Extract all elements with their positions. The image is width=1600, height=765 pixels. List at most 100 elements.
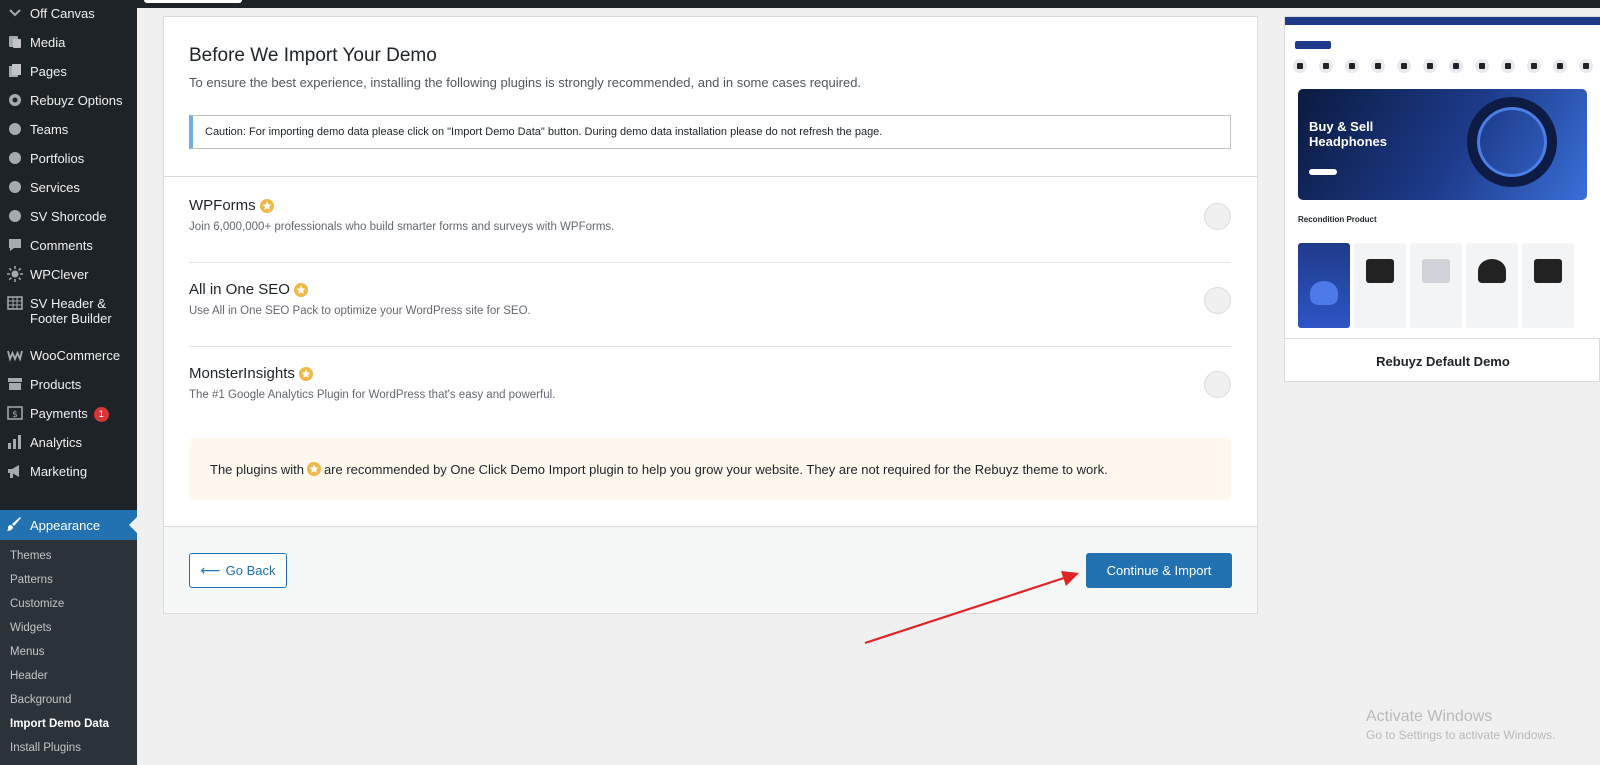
arrow-left-icon: ⟵	[200, 562, 221, 578]
plugin-select-toggle[interactable]	[1204, 203, 1231, 230]
sidebar-item-sv-header-footer-builder[interactable]: SV Header & Footer Builder	[0, 294, 137, 326]
sidebar-item-rebuyz-options[interactable]: Rebuyz Options	[0, 91, 137, 109]
star-icon	[298, 366, 313, 381]
thumb-category-icon	[1293, 59, 1307, 73]
sidebar-item-comments[interactable]: Comments	[0, 236, 137, 254]
circle-icon	[6, 178, 24, 196]
thumb-product-card	[1522, 243, 1574, 328]
thumb-hero-title: Buy & Sell Headphones	[1309, 119, 1388, 149]
gear-icon	[6, 91, 24, 109]
circle-icon	[6, 149, 24, 167]
plugin-description: Join 6,000,000+ professionals who build …	[189, 221, 615, 233]
pages-icon	[6, 62, 24, 80]
megaphone-icon	[6, 462, 24, 480]
demo-thumbnail: Buy & Sell Headphones Recondition Produc…	[1285, 17, 1600, 339]
camera-image	[1534, 259, 1562, 283]
brush-icon	[6, 516, 24, 534]
headphones-image	[1478, 259, 1506, 283]
submenu-item-customize[interactable]: Customize	[10, 598, 64, 610]
note-text-after: are recommended by One Click Demo Import…	[323, 461, 1108, 477]
admin-sidebar: Off Canvas Media Pages Rebuyz Options Te…	[0, 0, 137, 765]
thumb-section-title: Recondition Product	[1298, 215, 1377, 224]
plugin-row-all-in-one-seo: All in One SEO Use All in One SEO Pack t…	[189, 281, 1231, 317]
dollar-icon: $	[6, 404, 24, 422]
note-text-before: The plugins with	[210, 461, 304, 477]
plugin-select-toggle[interactable]	[1204, 371, 1231, 398]
sidebar-item-label: SV Shorcode	[30, 209, 107, 224]
thumb-hero-button	[1309, 169, 1337, 175]
sidebar-item-pages[interactable]: Pages	[0, 62, 137, 80]
thumb-category-icon	[1475, 59, 1489, 73]
star-icon	[259, 198, 274, 213]
thumb-category-icon	[1553, 59, 1567, 73]
thumb-category-icon	[1345, 59, 1359, 73]
sidebar-item-products[interactable]: Products	[0, 375, 137, 393]
submenu-item-header[interactable]: Header	[10, 670, 48, 682]
submenu-item-themes[interactable]: Themes	[10, 550, 52, 562]
sidebar-item-wpclever[interactable]: WPClever	[0, 265, 137, 283]
sidebar-item-label: Off Canvas	[30, 6, 95, 21]
thumb-product-card	[1410, 243, 1462, 328]
plugin-select-toggle[interactable]	[1204, 287, 1231, 314]
thumb-category-icon	[1319, 59, 1333, 73]
chevron-down-icon	[6, 4, 24, 22]
sidebar-item-marketing[interactable]: Marketing	[0, 462, 137, 480]
sidebar-item-media[interactable]: Media	[0, 33, 137, 51]
sidebar-item-appearance[interactable]: Appearance	[0, 510, 137, 540]
thumb-category-icon	[1371, 59, 1385, 73]
submenu-item-widgets[interactable]: Widgets	[10, 622, 52, 634]
sidebar-item-off-canvas[interactable]: Off Canvas	[0, 4, 137, 22]
thumb-product-card	[1466, 243, 1518, 328]
sidebar-item-portfolios[interactable]: Portfolios	[0, 149, 137, 167]
submenu-item-background[interactable]: Background	[10, 694, 71, 706]
sidebar-item-label: Media	[30, 35, 66, 50]
sidebar-item-woocommerce[interactable]: WooCommerce	[0, 346, 137, 364]
circle-icon	[6, 120, 24, 138]
sidebar-item-analytics[interactable]: Analytics	[0, 433, 137, 451]
grid-icon	[6, 294, 24, 312]
plugin-description: Use All in One SEO Pack to optimize your…	[189, 305, 531, 317]
sidebar-item-label: Pages	[30, 64, 67, 79]
sidebar-item-label: Teams	[30, 122, 69, 137]
sidebar-item-payments[interactable]: $ Payments 1	[0, 404, 137, 422]
thumb-category-icon	[1449, 59, 1463, 73]
thumb-category-icon	[1579, 59, 1593, 73]
notification-badge: 1	[93, 407, 109, 422]
sidebar-item-label: Products	[30, 377, 82, 392]
sidebar-item-label: Comments	[30, 238, 93, 253]
archive-icon	[6, 375, 24, 393]
star-icon	[306, 462, 321, 476]
go-back-label: Go Back	[225, 563, 276, 578]
go-back-button[interactable]: ⟵ Go Back	[189, 553, 287, 588]
submenu-item-patterns[interactable]: Patterns	[10, 574, 53, 586]
continue-import-button[interactable]: Continue & Import	[1086, 553, 1232, 588]
circle-icon	[6, 207, 24, 225]
thumb-category-icon	[1397, 59, 1411, 73]
submenu-item-menus[interactable]: Menus	[10, 646, 45, 658]
sidebar-item-teams[interactable]: Teams	[0, 120, 137, 138]
sidebar-item-services[interactable]: Services	[0, 178, 137, 196]
plugin-title: WPForms	[189, 197, 1231, 214]
sidebar-item-label: WooCommerce	[30, 348, 121, 363]
bar-chart-icon	[6, 433, 24, 451]
submenu-item-install-plugins[interactable]: Install Plugins	[10, 742, 81, 754]
appearance-submenu: Themes Patterns Customize Widgets Menus …	[0, 540, 137, 765]
thumb-category-icon	[1423, 59, 1437, 73]
windows-activation-watermark: Activate Windows Go to Settings to activ…	[1366, 708, 1555, 742]
svg-text:$: $	[12, 410, 18, 420]
thumb-products	[1298, 243, 1598, 328]
sidebar-item-label: Portfolios	[30, 151, 85, 166]
plugin-title: MonsterInsights	[189, 365, 1231, 382]
sidebar-item-sv-shorcode[interactable]: SV Shorcode	[0, 207, 137, 225]
sidebar-item-label: Analytics	[30, 435, 83, 450]
woo-icon	[6, 346, 24, 364]
thumb-nav	[1285, 41, 1600, 51]
thumb-category-icon	[1501, 59, 1515, 73]
divider	[189, 262, 1231, 263]
media-icon	[6, 33, 24, 51]
demo-preview-card[interactable]: Buy & Sell Headphones Recondition Produc…	[1284, 16, 1600, 382]
page-subtitle: To ensure the best experience, installin…	[189, 75, 862, 90]
import-panel: Before We Import Your Demo To ensure the…	[163, 16, 1258, 614]
submenu-item-import-demo-data[interactable]: Import Demo Data	[10, 718, 109, 730]
sidebar-item-label: Payments 1	[30, 404, 109, 422]
